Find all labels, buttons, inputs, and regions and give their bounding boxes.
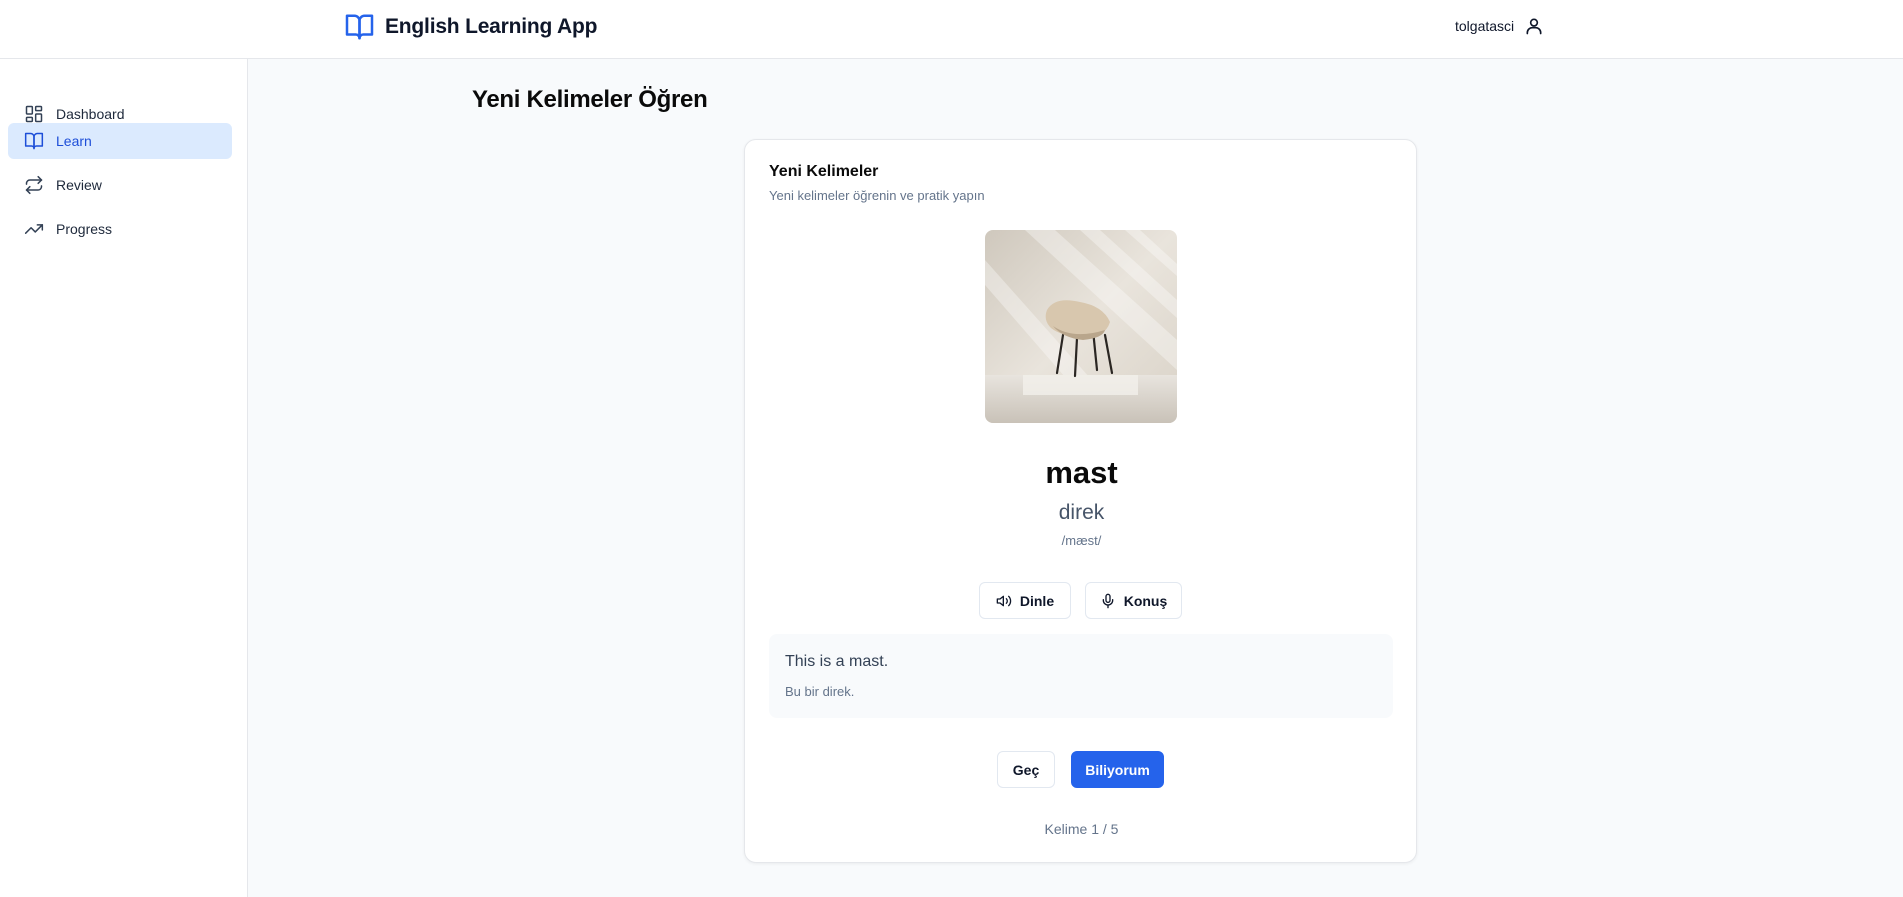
- word-counter: Kelime 1 / 5: [1044, 821, 1119, 837]
- sidebar-item-learn[interactable]: Learn: [8, 123, 232, 159]
- page-title: Yeni Kelimeler Öğren: [472, 86, 708, 113]
- sidebar: Dashboard Learn Review Progress: [0, 59, 248, 897]
- speak-label: Konuş: [1123, 592, 1168, 609]
- listen-button[interactable]: Dinle: [979, 582, 1071, 619]
- translation: direk: [1058, 501, 1105, 524]
- sidebar-item-progress[interactable]: Progress: [8, 211, 232, 247]
- example-sentence: This is a mast.: [785, 653, 889, 670]
- word-card: Yeni Kelimeler Yeni kelimeler öğrenin ve…: [744, 139, 1417, 863]
- word: mast: [1045, 455, 1118, 490]
- user-icon[interactable]: [1524, 16, 1544, 36]
- card-description: Yeni kelimeler öğrenin ve pratik yapın: [769, 188, 985, 203]
- layout-grid-icon: [24, 104, 44, 124]
- listen-label: Dinle: [1019, 592, 1055, 609]
- word-image: [985, 230, 1177, 423]
- card-title: Yeni Kelimeler: [769, 163, 879, 180]
- brand[interactable]: English Learning App: [344, 12, 597, 42]
- example-box: This is a mast. Bu bir direk.: [769, 634, 1393, 718]
- phonetic: /mæst/: [1061, 533, 1102, 548]
- sidebar-item-label: Progress: [56, 221, 113, 237]
- sidebar-item-label: Learn: [56, 133, 92, 149]
- sidebar-item-review[interactable]: Review: [8, 167, 232, 203]
- repeat-icon: [24, 175, 44, 195]
- book-open-icon: [344, 12, 375, 42]
- username: tolgatasci: [1455, 18, 1515, 34]
- volume-icon: [996, 593, 1012, 609]
- sidebar-item-label: Dashboard: [56, 106, 125, 122]
- sidebar-item-label: Review: [56, 177, 102, 193]
- trending-up-icon: [24, 219, 44, 239]
- user-menu[interactable]: tolgatasci: [1455, 16, 1544, 36]
- top-header: English Learning App tolgatasci: [0, 0, 1903, 59]
- know-button[interactable]: Biliyorum: [1071, 751, 1164, 788]
- speak-button[interactable]: Konuş: [1085, 582, 1182, 619]
- book-open-icon: [24, 131, 44, 151]
- app-title: English Learning App: [385, 15, 598, 38]
- microphone-icon: [1100, 593, 1116, 609]
- example-translation: Bu bir direk.: [785, 684, 855, 699]
- skip-button[interactable]: Geç: [997, 751, 1055, 788]
